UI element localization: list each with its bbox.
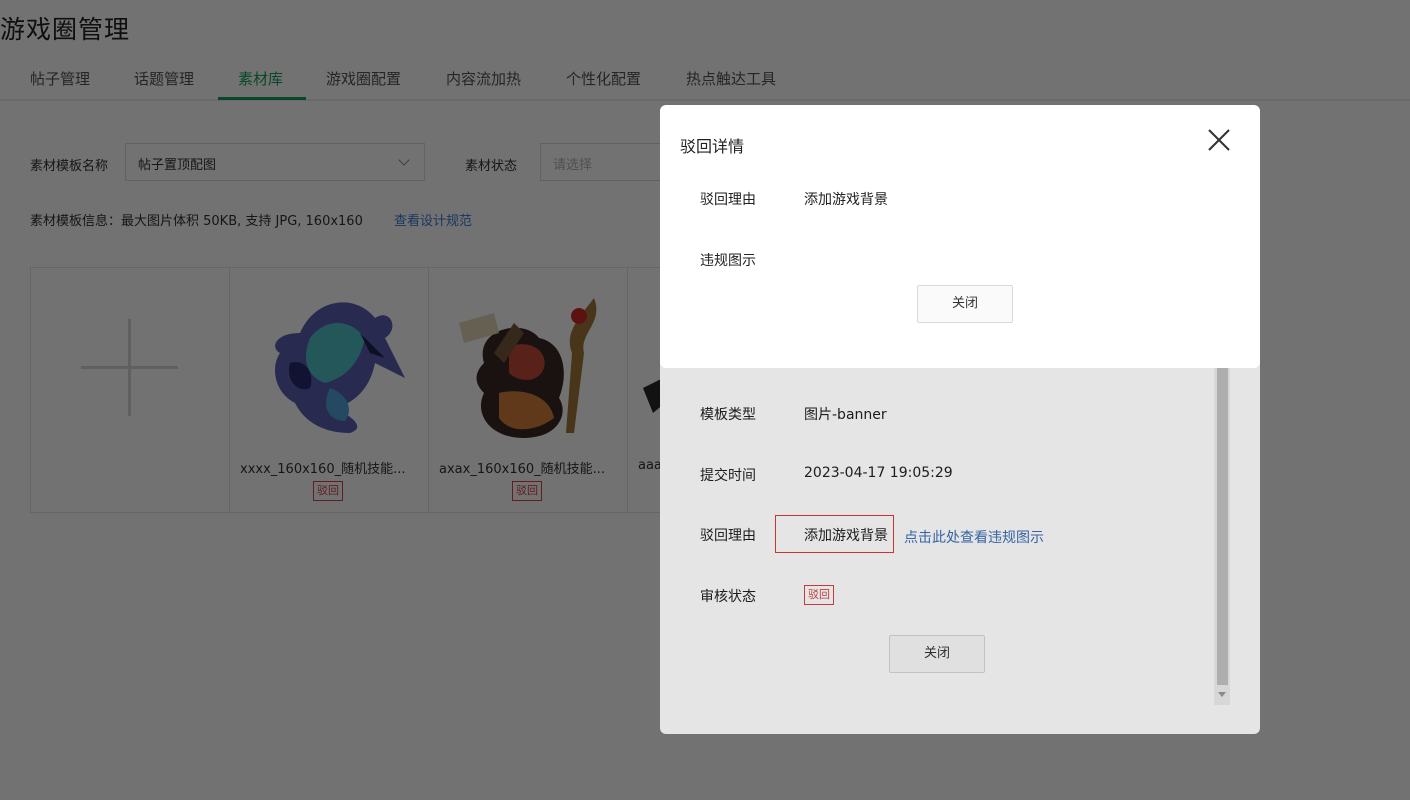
modal-title: 驳回详情: [680, 137, 745, 156]
reject-reason-value: 添加游戏背景: [804, 192, 888, 208]
close-icon[interactable]: [1206, 127, 1232, 153]
violation-example-label: 违规图示: [700, 253, 756, 269]
reject-details-modal: 驳回详情 驳回理由 添加游戏背景 违规图示 关闭: [660, 105, 1260, 368]
reject-reason-label: 驳回理由: [700, 192, 756, 208]
reject-details-close-button[interactable]: 关闭: [917, 285, 1013, 323]
